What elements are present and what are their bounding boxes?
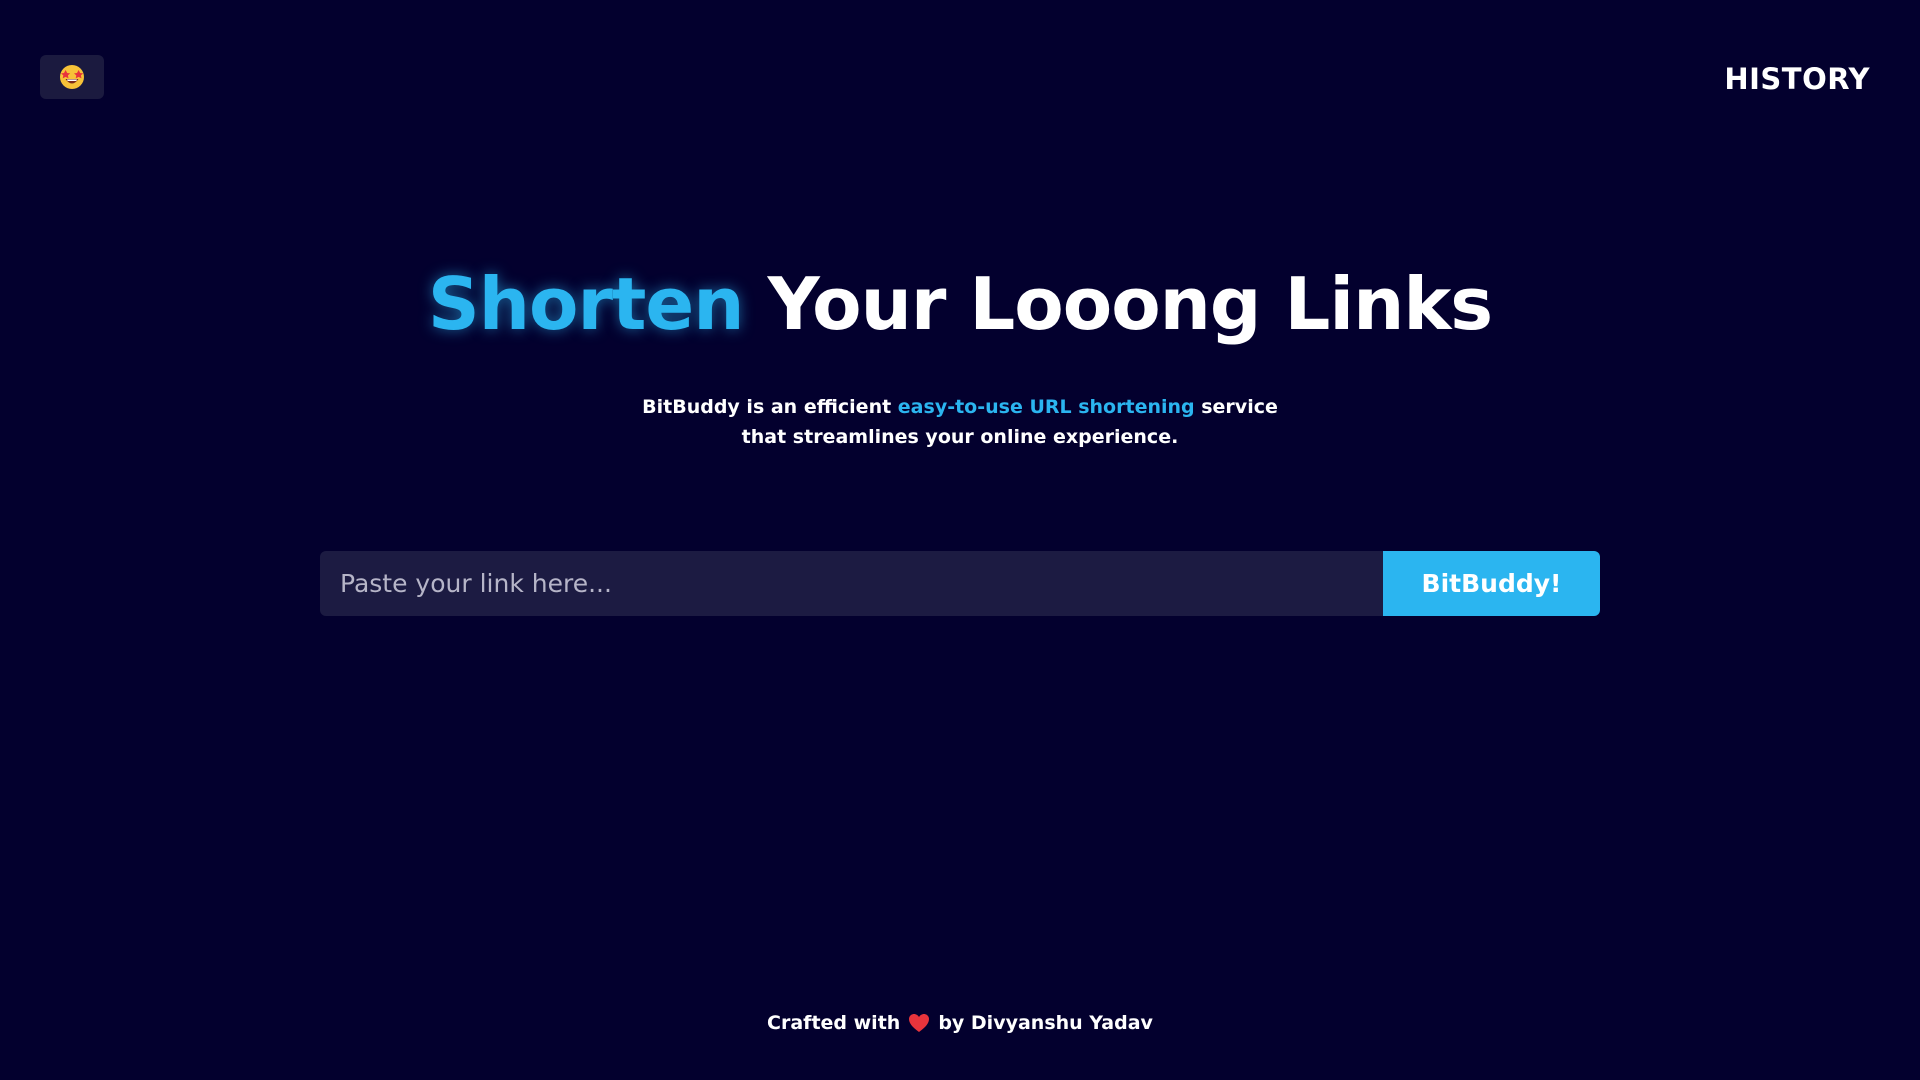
footer: Crafted with by Divyanshu Yadav — [0, 1012, 1920, 1034]
subtitle-highlight: easy-to-use URL shortening — [897, 396, 1195, 418]
hero-title-accent: Shorten — [427, 262, 745, 346]
theme-toggle-button[interactable] — [40, 55, 104, 99]
hero-title-rest: Your Looong Links — [767, 262, 1494, 346]
shorten-submit-button[interactable]: BitBuddy! — [1383, 551, 1600, 616]
page: HISTORY Shorten Your Looong Links BitBud… — [0, 0, 1920, 1080]
history-link[interactable]: HISTORY — [1724, 62, 1870, 96]
subtitle-text-end: service — [1194, 396, 1278, 418]
hero-title: Shorten Your Looong Links — [0, 262, 1920, 346]
footer-suffix: by Divyanshu Yadav — [938, 1012, 1153, 1034]
footer-prefix: Crafted with — [767, 1012, 901, 1034]
heart-icon — [908, 1013, 930, 1033]
subtitle-text-start: BitBuddy is an efficient — [642, 396, 898, 418]
star-struck-emoji-icon — [59, 64, 85, 90]
shorten-form: BitBuddy! — [320, 551, 1600, 616]
subtitle-line-two: that streamlines your online experience. — [741, 426, 1179, 448]
hero-subtitle: BitBuddy is an efficient easy-to-use URL… — [0, 392, 1920, 452]
url-input[interactable] — [320, 551, 1383, 616]
